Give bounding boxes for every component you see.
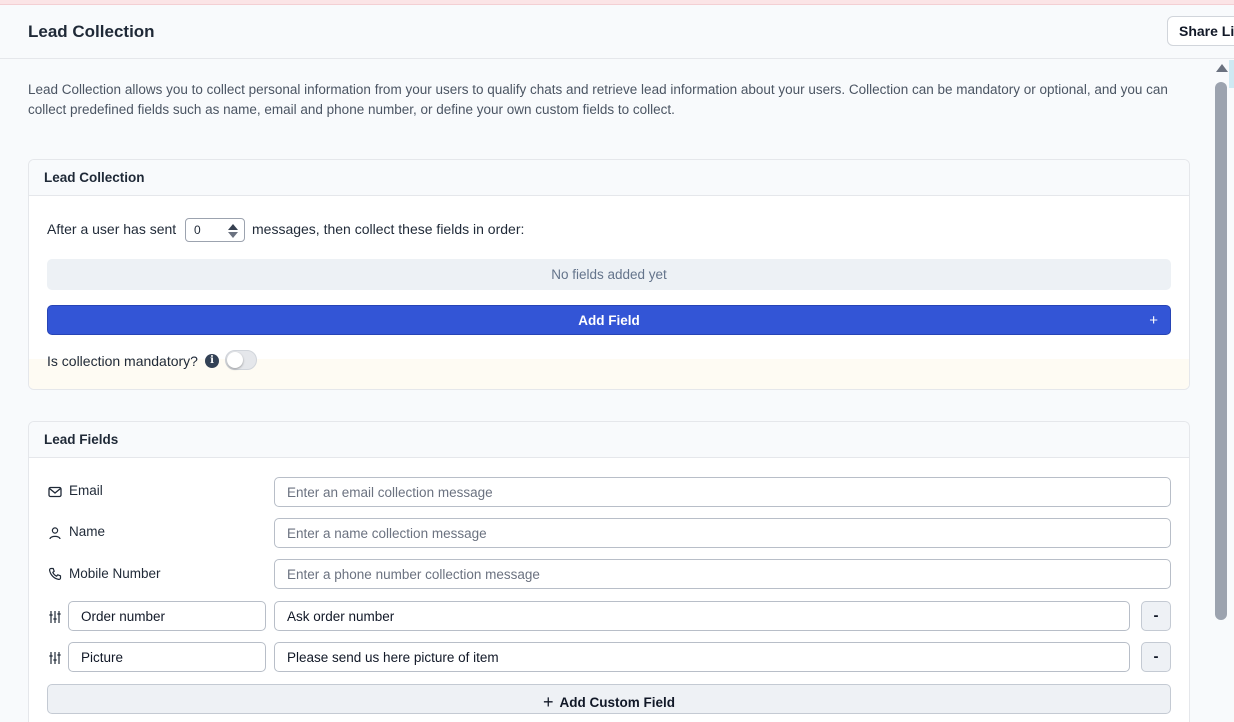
- page-title: Lead Collection: [28, 22, 155, 41]
- scroll-thumb[interactable]: [1215, 82, 1227, 620]
- phone-message-input[interactable]: Enter a phone number collection message: [274, 559, 1171, 589]
- custom-field-name-input[interactable]: Picture: [68, 642, 266, 672]
- mail-icon: [48, 486, 62, 498]
- mandatory-toggle[interactable]: [225, 350, 257, 370]
- scroll-up-icon[interactable]: [1216, 64, 1228, 72]
- remove-custom-field-button[interactable]: -: [1141, 642, 1171, 672]
- plus-icon: +: [1149, 312, 1158, 329]
- lead-fields-card: Lead Fields Email Enter an email collect…: [28, 421, 1190, 722]
- name-message-input[interactable]: Enter a name collection message: [274, 518, 1171, 548]
- add-field-button[interactable]: Add Field +: [47, 305, 1171, 335]
- add-custom-field-label: Add Custom Field: [559, 695, 676, 710]
- sliders-icon[interactable]: [48, 610, 62, 624]
- share-link-button[interactable]: Share Lin: [1167, 16, 1234, 46]
- toggle-knob: [227, 352, 243, 368]
- sliders-icon[interactable]: [48, 651, 62, 665]
- empty-fields-placeholder: No fields added yet: [47, 259, 1171, 290]
- custom-field-message-input[interactable]: Please send us here picture of item: [274, 642, 1130, 672]
- phone-icon: [48, 567, 62, 581]
- lead-fields-heading: Lead Fields: [29, 422, 1189, 458]
- user-icon: [49, 527, 61, 540]
- add-custom-field-button[interactable]: + Add Custom Field: [47, 684, 1171, 714]
- info-icon[interactable]: i: [205, 354, 219, 368]
- custom-field-name-input[interactable]: Order number: [68, 601, 266, 631]
- custom-field-message-input[interactable]: Ask order number: [274, 601, 1130, 631]
- after-suffix-text: messages, then collect these fields in o…: [252, 221, 525, 237]
- decrement-icon[interactable]: [228, 232, 238, 238]
- increment-icon[interactable]: [228, 224, 238, 230]
- mandatory-row-background: [29, 359, 1189, 389]
- add-field-label: Add Field: [578, 313, 640, 328]
- intro-text: Lead Collection allows you to collect pe…: [28, 82, 1168, 117]
- email-message-input[interactable]: Enter an email collection message: [274, 477, 1171, 507]
- scrollbar[interactable]: [1212, 60, 1232, 722]
- lead-collection-heading: Lead Collection: [29, 160, 1189, 196]
- lead-collection-card: Lead Collection After a user has sent 0 …: [28, 159, 1190, 390]
- remove-custom-field-button[interactable]: -: [1141, 601, 1171, 631]
- email-label: Email: [69, 483, 103, 498]
- after-prefix-text: After a user has sent: [47, 221, 177, 237]
- mobile-number-label: Mobile Number: [69, 566, 161, 581]
- plus-icon: +: [542, 692, 554, 712]
- mandatory-label: Is collection mandatory?: [47, 353, 198, 369]
- name-label: Name: [69, 524, 106, 539]
- messages-count-stepper[interactable]: 0: [185, 218, 245, 242]
- messages-count-value: 0: [194, 223, 201, 237]
- page-header: Lead Collection Share Lin: [0, 5, 1234, 59]
